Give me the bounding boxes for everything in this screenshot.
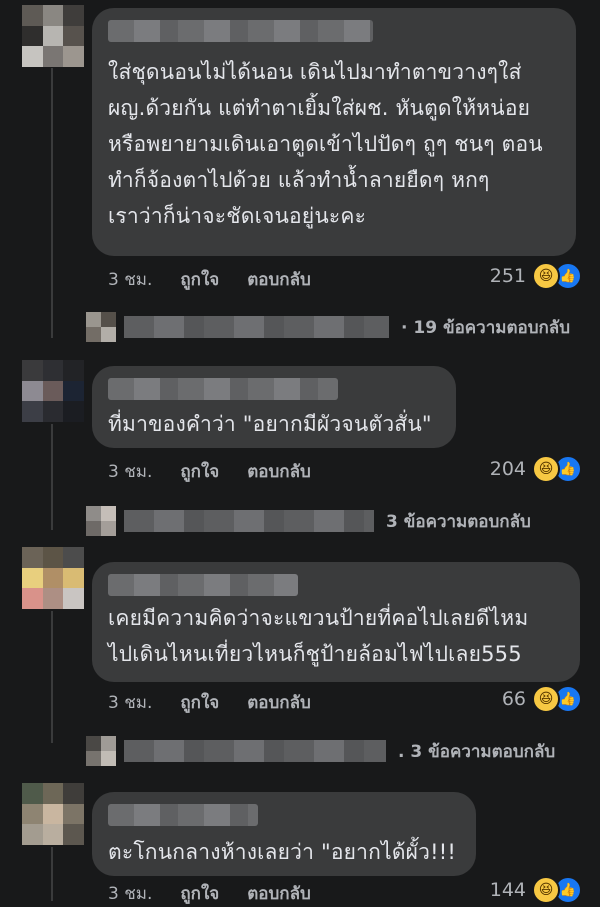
comment-actions: 3 ชม. ถูกใจ ตอบกลับ <box>108 458 339 485</box>
commenter-name-blurred[interactable] <box>108 574 298 596</box>
haha-emoji-icon: 😆 <box>532 455 560 483</box>
comment-bubble: เคยมีความคิดว่าจะแขวนป้ายที่คอไปเลยดีไหม… <box>92 562 580 682</box>
avatar[interactable] <box>22 360 84 422</box>
reply-name-blurred <box>124 510 374 532</box>
haha-emoji-icon: 😆 <box>532 262 560 290</box>
haha-emoji-icon: 😆 <box>532 685 560 713</box>
thread-line <box>51 611 53 743</box>
avatar[interactable] <box>22 5 84 67</box>
reply-avatar <box>86 506 116 536</box>
comment-actions: 3 ชม. ถูกใจ ตอบกลับ <box>108 880 339 907</box>
comment-actions: 3 ชม. ถูกใจ ตอบกลับ <box>108 689 339 716</box>
comment-text: ตะโกนกลางห้างเลยว่า "อยากได้ผั้ว!!! <box>108 840 457 864</box>
thread-line <box>51 68 53 338</box>
comment-text: ที่มาของคำว่า "อยากมีผัวจนตัวสั่น" <box>108 412 432 436</box>
reaction-count: 204 <box>489 458 526 480</box>
commenter-name-blurred[interactable] <box>108 378 338 400</box>
reaction-count: 251 <box>489 265 526 287</box>
thread-line <box>51 424 53 530</box>
view-replies[interactable]: · 19 ข้อความตอบกลับ <box>86 312 570 342</box>
reply-button[interactable]: ตอบกลับ <box>247 689 311 716</box>
replies-count-link[interactable]: 3 ข้อความตอบกลับ <box>386 508 531 535</box>
reply-button[interactable]: ตอบกลับ <box>247 880 311 907</box>
comment-bubble: ตะโกนกลางห้างเลยว่า "อยากได้ผั้ว!!! <box>92 792 476 876</box>
comment-bubble: ที่มาของคำว่า "อยากมีผัวจนตัวสั่น" <box>92 366 456 448</box>
reply-button[interactable]: ตอบกลับ <box>247 266 311 293</box>
reply-name-blurred <box>124 740 386 762</box>
like-button[interactable]: ถูกใจ <box>180 689 219 716</box>
like-button[interactable]: ถูกใจ <box>180 880 219 907</box>
avatar[interactable] <box>22 783 84 845</box>
replies-count-link[interactable]: · 19 ข้อความตอบกลับ <box>401 314 570 341</box>
like-button[interactable]: ถูกใจ <box>180 458 219 485</box>
timestamp[interactable]: 3 ชม. <box>108 880 152 907</box>
replies-count-link[interactable]: . 3 ข้อความตอบกลับ <box>398 738 555 765</box>
reply-name-blurred <box>124 316 389 338</box>
reaction-count: 144 <box>489 879 526 901</box>
like-button[interactable]: ถูกใจ <box>180 266 219 293</box>
reply-button[interactable]: ตอบกลับ <box>247 458 311 485</box>
reactions-summary[interactable]: 204 😆 👍 <box>490 455 582 483</box>
view-replies[interactable]: . 3 ข้อความตอบกลับ <box>86 736 555 766</box>
reactions-summary[interactable]: 66 😆 👍 <box>502 685 582 713</box>
timestamp[interactable]: 3 ชม. <box>108 689 152 716</box>
reactions-summary[interactable]: 251 😆 👍 <box>490 262 582 290</box>
comment-text: ใส่ชุดนอนไม่ได้นอน เดินไปมาทำตาขวางๆใส่ … <box>108 60 543 228</box>
comment-text: เคยมีความคิดว่าจะแขวนป้ายที่คอไปเลยดีไหม… <box>108 606 529 666</box>
timestamp[interactable]: 3 ชม. <box>108 266 152 293</box>
view-replies[interactable]: 3 ข้อความตอบกลับ <box>86 506 531 536</box>
reactions-summary[interactable]: 144 😆 👍 <box>490 876 582 904</box>
comment-bubble: ใส่ชุดนอนไม่ได้นอน เดินไปมาทำตาขวางๆใส่ … <box>92 8 576 256</box>
timestamp[interactable]: 3 ชม. <box>108 458 152 485</box>
reaction-count: 66 <box>501 688 526 710</box>
avatar[interactable] <box>22 547 84 609</box>
commenter-name-blurred[interactable] <box>108 804 258 826</box>
thread-line <box>51 847 53 901</box>
reply-avatar <box>86 312 116 342</box>
comment-actions: 3 ชม. ถูกใจ ตอบกลับ <box>108 266 339 293</box>
commenter-name-blurred[interactable] <box>108 20 373 42</box>
haha-emoji-icon: 😆 <box>532 876 560 904</box>
reply-avatar <box>86 736 116 766</box>
